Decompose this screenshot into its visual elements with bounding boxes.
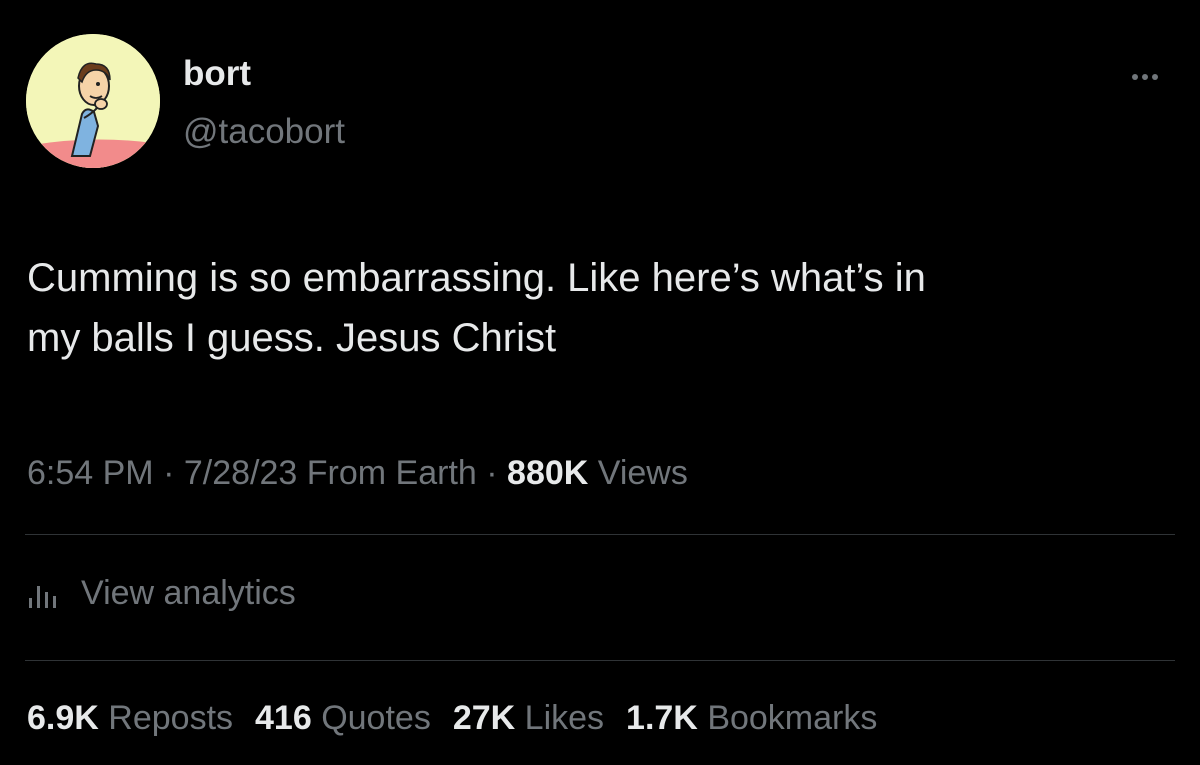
likes-label: Likes (524, 699, 605, 737)
tweet-text: Cumming is so embarrassing. Like here’s … (27, 248, 1177, 368)
tweet-text-line-1: Cumming is so embarrassing. Like here’s … (27, 256, 926, 300)
quotes-label: Quotes (321, 699, 431, 737)
view-analytics-label: View analytics (81, 574, 296, 612)
tweet-meta: 6:54 PM · 7/28/23 From Earth · 880K View… (27, 450, 688, 496)
tweet-source: From Earth (306, 454, 477, 492)
meta-separator: · (163, 454, 175, 492)
meta-separator: · (486, 454, 498, 492)
more-options-button[interactable] (1118, 62, 1172, 92)
author-display-name[interactable]: bort (183, 52, 251, 96)
views-count: 880K (507, 454, 589, 492)
tweet-time[interactable]: 6:54 PM (27, 454, 154, 492)
reposts-stat[interactable]: 6.9K Reposts (27, 695, 233, 741)
quotes-count: 416 (255, 699, 312, 737)
views-label: Views (597, 454, 688, 492)
divider (25, 660, 1175, 661)
author-handle[interactable]: @tacobort (183, 110, 345, 154)
more-dots-icon (1132, 74, 1158, 80)
tweet: bort @tacobort Cumming is so embarrassin… (0, 0, 1200, 765)
reposts-count: 6.9K (27, 699, 99, 737)
reposts-label: Reposts (108, 699, 234, 737)
analytics-bars-icon (29, 586, 56, 608)
cartoon-character-avatar-icon (26, 34, 160, 168)
avatar[interactable] (26, 34, 160, 168)
bookmarks-stat[interactable]: 1.7K Bookmarks (626, 695, 877, 741)
tweet-date[interactable]: 7/28/23 (184, 454, 297, 492)
engagement-stats: 6.9K Reposts 416 Quotes 27K Likes 1.7K B… (27, 695, 899, 741)
tweet-text-line-2: my balls I guess. Jesus Christ (27, 316, 557, 360)
likes-stat[interactable]: 27K Likes (453, 695, 604, 741)
bookmarks-label: Bookmarks (707, 699, 878, 737)
bookmarks-count: 1.7K (626, 699, 698, 737)
divider (25, 534, 1175, 535)
quotes-stat[interactable]: 416 Quotes (255, 695, 431, 741)
likes-count: 27K (452, 699, 516, 737)
view-analytics-button[interactable]: View analytics (27, 570, 296, 616)
